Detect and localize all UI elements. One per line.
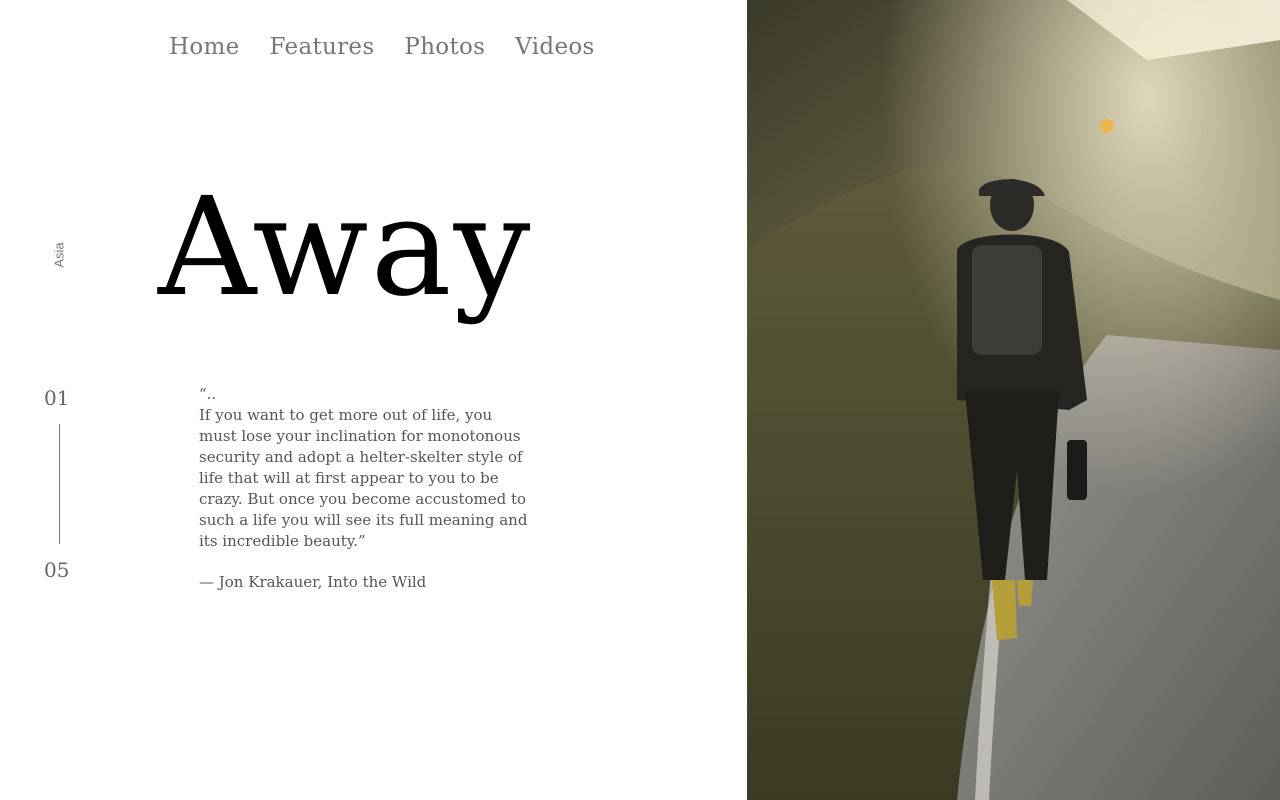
hiker-on-road-photo — [747, 0, 1280, 800]
slide-counter-total: 05 — [44, 558, 70, 582]
quote-text: If you want to get more out of life, you… — [199, 406, 528, 550]
slide-counter-divider — [59, 424, 60, 544]
quote-open-mark: “.. — [199, 385, 217, 403]
quote-attribution: — Jon Krakauer, Into the Wild — [199, 573, 427, 591]
page-title: Away — [158, 169, 533, 327]
nav-photos-link[interactable]: Photos — [404, 34, 485, 60]
main-nav: Home Features Photos Videos — [169, 34, 595, 60]
slide-counter-current: 01 — [44, 386, 70, 410]
nav-videos-link[interactable]: Videos — [515, 34, 594, 60]
nav-home-link[interactable]: Home — [169, 34, 240, 60]
region-label: Asia — [44, 238, 74, 272]
region-label-text: Asia — [51, 242, 67, 268]
quote-block: “.. If you want to get more out of life,… — [199, 384, 534, 552]
nav-features-link[interactable]: Features — [270, 34, 375, 60]
